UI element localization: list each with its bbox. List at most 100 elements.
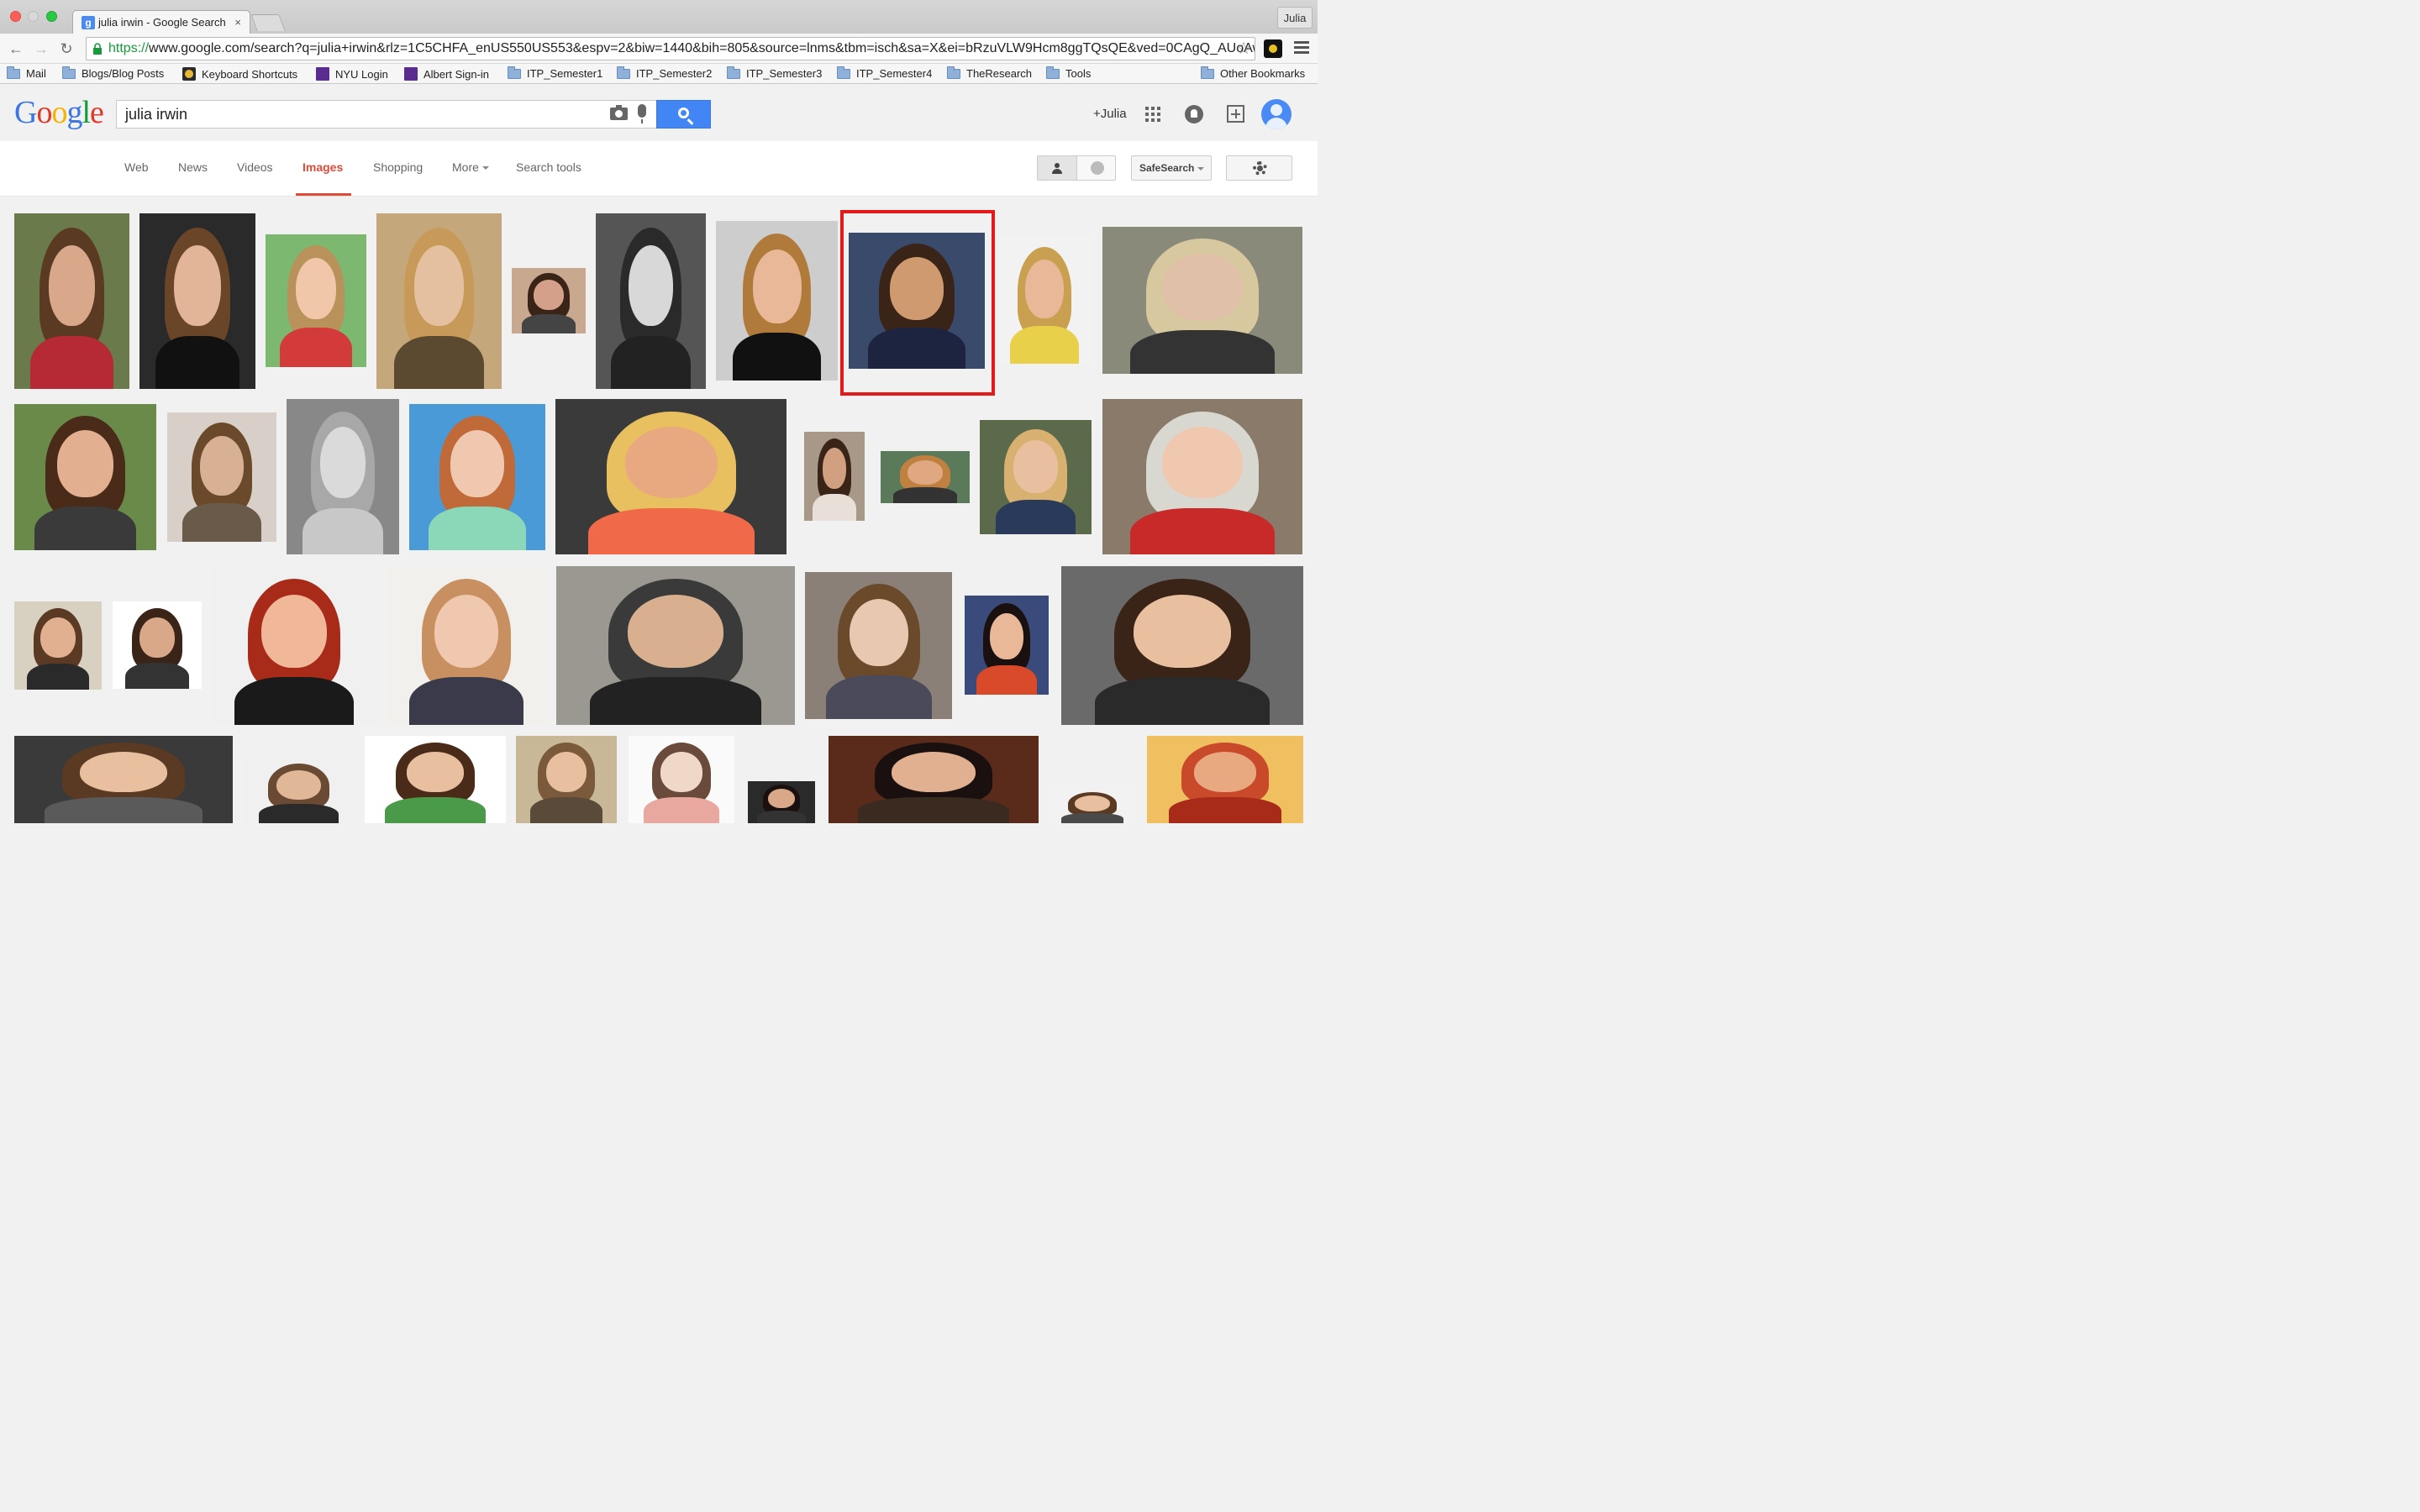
image-result-thumbnail[interactable] — [212, 566, 376, 725]
personal-results-button[interactable] — [1038, 156, 1077, 180]
image-result-thumbnail[interactable] — [14, 213, 129, 389]
close-window-button[interactable] — [10, 11, 21, 22]
tab-close-icon[interactable]: × — [234, 16, 241, 29]
bookmark-item[interactable]: Keyboard Shortcuts — [182, 67, 297, 81]
bookmark-item[interactable]: Blogs/Blog Posts — [62, 66, 165, 80]
tab-web[interactable]: Web — [124, 160, 149, 174]
image-result-thumbnail[interactable] — [965, 596, 1049, 695]
image-result-thumbnail[interactable] — [748, 781, 815, 823]
forward-arrow-icon[interactable]: → — [32, 39, 50, 58]
image-result-thumbnail[interactable] — [139, 213, 255, 389]
microphone-icon[interactable] — [638, 104, 646, 123]
new-tab-button[interactable] — [250, 14, 286, 31]
minimize-window-button[interactable] — [28, 11, 39, 22]
bookmark-item[interactable]: ITP_Semester1 — [508, 66, 602, 80]
portrait-body — [124, 662, 190, 689]
image-result-thumbnail[interactable] — [14, 404, 156, 550]
portrait-body — [643, 796, 720, 823]
tab-news[interactable]: News — [178, 160, 208, 174]
results-personalization-toggle[interactable] — [1037, 155, 1116, 181]
google-plus-profile-link[interactable]: +Julia — [1093, 107, 1127, 121]
bookmark-item[interactable]: TheResearch — [947, 66, 1032, 80]
extension-icon[interactable] — [1264, 39, 1282, 58]
bookmark-item[interactable]: ITP_Semester2 — [617, 66, 712, 80]
camera-icon[interactable] — [610, 105, 628, 120]
back-arrow-icon[interactable]: ← — [7, 39, 25, 58]
image-result-thumbnail[interactable] — [997, 237, 1092, 364]
bookmark-item[interactable]: ITP_Semester3 — [727, 66, 823, 80]
notifications-bell-icon[interactable] — [1185, 105, 1203, 123]
image-result-thumbnail[interactable] — [716, 221, 838, 381]
bookmark-label: ITP_Semester3 — [746, 67, 823, 80]
image-result-thumbnail[interactable] — [512, 268, 586, 333]
browser-tab-active[interactable]: g julia irwin - Google Search × — [72, 10, 250, 34]
folder-icon — [947, 66, 960, 79]
bookmark-star-icon[interactable]: ☆ — [1236, 38, 1251, 60]
search-input[interactable]: julia irwin — [116, 100, 657, 129]
bookmark-item[interactable]: NYU Login — [316, 67, 388, 81]
bookmark-item[interactable]: Tools — [1046, 66, 1091, 80]
image-result-thumbnail[interactable] — [1061, 566, 1303, 725]
portrait-body — [1169, 796, 1281, 823]
profile-button[interactable]: Julia — [1277, 7, 1313, 29]
settings-button[interactable] — [1226, 155, 1292, 181]
image-result-thumbnail[interactable] — [596, 213, 706, 389]
tab-title: julia irwin - Google Search — [98, 16, 226, 29]
bookmark-item[interactable]: Mail — [7, 66, 46, 80]
image-result-thumbnail[interactable] — [980, 420, 1092, 534]
image-result-thumbnail[interactable] — [516, 736, 617, 823]
image-result-thumbnail[interactable] — [376, 213, 502, 389]
highlighted-result-box — [840, 210, 995, 396]
bookmark-item[interactable]: ITP_Semester4 — [837, 66, 932, 80]
portrait-face — [1134, 595, 1231, 668]
image-result-thumbnail[interactable] — [881, 451, 970, 503]
image-result-thumbnail[interactable] — [1147, 736, 1303, 823]
address-bar[interactable]: https://www.google.com/search?q=julia+ir… — [86, 37, 1255, 60]
image-result-thumbnail[interactable] — [409, 404, 545, 550]
tab-search-tools[interactable]: Search tools — [516, 160, 581, 174]
zoom-window-button[interactable] — [46, 11, 57, 22]
reload-icon[interactable]: ↻ — [57, 39, 76, 58]
image-result-thumbnail[interactable] — [805, 572, 952, 719]
portrait-body — [589, 677, 762, 725]
image-result-thumbnail[interactable] — [1049, 790, 1136, 823]
image-result-thumbnail[interactable] — [14, 601, 102, 690]
globe-icon[interactable] — [1091, 161, 1104, 175]
bookmark-icon — [182, 67, 196, 81]
bookmark-item[interactable]: Albert Sign-in — [404, 67, 489, 81]
portrait-body — [34, 506, 137, 550]
google-logo[interactable]: Google — [14, 96, 104, 129]
image-result-thumbnail[interactable] — [804, 432, 865, 521]
bookmark-label: Blogs/Blog Posts — [82, 67, 165, 80]
image-result-thumbnail[interactable] — [365, 736, 506, 823]
share-plus-icon[interactable] — [1227, 105, 1244, 123]
other-bookmarks[interactable]: Other Bookmarks — [1201, 66, 1305, 80]
tab-videos[interactable]: Videos — [237, 160, 273, 174]
tab-shopping[interactable]: Shopping — [373, 160, 423, 174]
portrait-face — [892, 751, 976, 792]
image-result-thumbnail[interactable] — [266, 234, 366, 367]
image-result-thumbnail[interactable] — [244, 759, 354, 823]
chrome-menu-icon[interactable] — [1294, 41, 1309, 55]
image-result-thumbnail[interactable] — [287, 399, 399, 554]
portrait-face — [174, 244, 221, 326]
image-result-thumbnail[interactable] — [629, 736, 734, 823]
portrait-body — [234, 677, 354, 725]
folder-icon — [727, 66, 740, 79]
image-result-thumbnail[interactable] — [167, 412, 276, 542]
image-result-thumbnail[interactable] — [387, 566, 546, 725]
image-result-thumbnail[interactable] — [1102, 399, 1302, 554]
search-button[interactable] — [656, 100, 711, 129]
avatar[interactable] — [1261, 99, 1292, 129]
apps-grid-icon[interactable] — [1145, 107, 1160, 122]
image-result-thumbnail[interactable] — [829, 736, 1039, 823]
tab-images[interactable]: Images — [302, 160, 343, 174]
tab-more[interactable]: More — [452, 160, 489, 174]
image-result-thumbnail[interactable] — [113, 601, 202, 689]
image-result-thumbnail[interactable] — [556, 566, 795, 725]
image-result-thumbnail[interactable] — [14, 736, 233, 823]
image-result-thumbnail[interactable] — [555, 399, 786, 554]
safesearch-dropdown[interactable]: SafeSearch — [1131, 155, 1212, 181]
image-result-thumbnail[interactable] — [1102, 227, 1302, 374]
portrait-face — [752, 249, 802, 323]
